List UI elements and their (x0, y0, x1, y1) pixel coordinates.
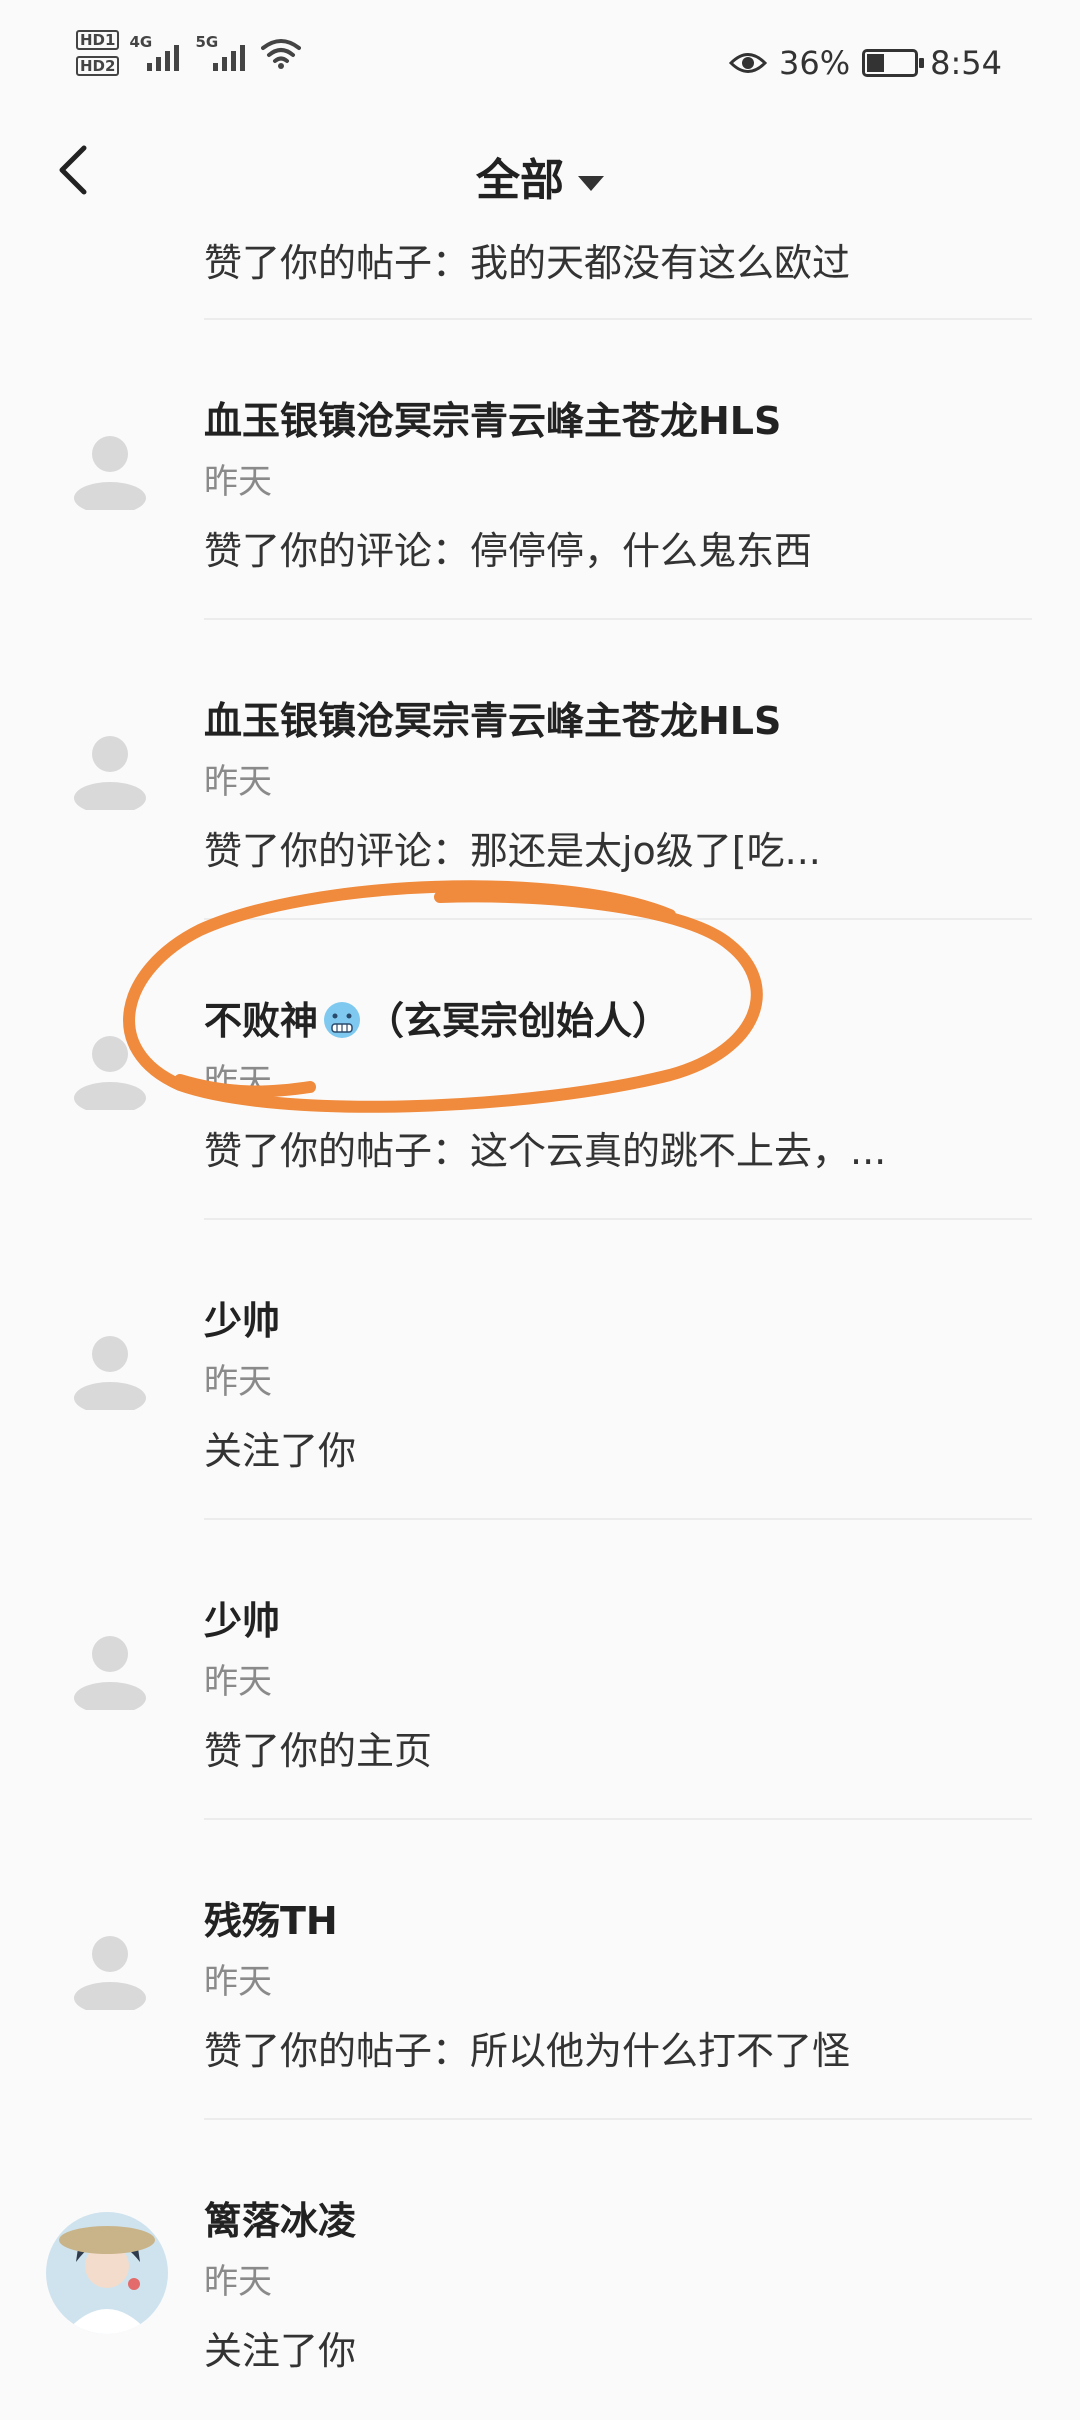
notification-list: 赞了你的帖子：我的天都没有这么欧过 血玉银镇沧冥宗青云峰主苍龙HLS 昨天 赞了… (0, 220, 1080, 2420)
item-message: 赞了你的评论：那还是太jo级了[吃... (204, 829, 821, 873)
list-item[interactable]: 少帅 昨天 关注了你 (0, 1220, 1080, 1520)
default-avatar-icon[interactable] (70, 430, 150, 510)
item-time: 昨天 (204, 1662, 272, 1702)
user-name[interactable]: 血玉银镇沧冥宗青云峰主苍龙HLS (204, 390, 781, 445)
item-message: 关注了你 (204, 2329, 357, 2373)
user-avatar-image[interactable] (46, 2212, 168, 2334)
item-message: 关注了你 (204, 1429, 357, 1473)
default-avatar-icon[interactable] (70, 1930, 150, 2010)
user-name-prefix: 不败神 (204, 999, 319, 1043)
signal-5g-icon: 5G (195, 31, 251, 75)
default-avatar-icon[interactable] (70, 730, 150, 810)
list-item[interactable]: 少帅 昨天 赞了你的主页 (0, 1520, 1080, 1820)
item-message: 赞了你的帖子：这个云真的跳不上去，... (204, 1129, 887, 1173)
status-right: 36% 8:54 (729, 44, 1002, 82)
list-item[interactable]: 血玉银镇沧冥宗青云峰主苍龙HLS 昨天 赞了你的评论：那还是太jo级了[吃... (0, 620, 1080, 920)
cold-face-emoji-icon (324, 1002, 361, 1038)
user-name[interactable]: 血玉银镇沧冥宗青云峰主苍龙HLS (204, 690, 781, 745)
status-bar: HD1 HD2 4G 5G 36% 8:54 (0, 0, 1080, 120)
default-avatar-icon[interactable] (70, 1030, 150, 1110)
filter-dropdown[interactable]: 全部 (0, 144, 1080, 208)
item-time: 昨天 (204, 2262, 272, 2302)
list-item[interactable]: 不败神 （玄冥宗创始人） 昨天 赞了你的帖子：这个云真的跳不上去，... (0, 920, 1080, 1220)
item-message: 赞了你的帖子：我的天都没有这么欧过 (204, 241, 851, 285)
clock: 8:54 (930, 44, 1002, 82)
list-item-partial[interactable]: 赞了你的帖子：我的天都没有这么欧过 (0, 220, 1080, 320)
user-name[interactable]: 不败神 （玄冥宗创始人） (204, 990, 670, 1045)
item-time: 昨天 (204, 762, 272, 802)
hd1-badge: HD1 (76, 30, 120, 50)
item-time: 昨天 (204, 462, 272, 502)
item-time: 昨天 (204, 1962, 272, 2002)
item-message: 赞了你的主页 (204, 1729, 433, 1773)
user-name[interactable]: 少帅 (204, 1590, 280, 1645)
hd-indicators: HD1 HD2 (76, 30, 120, 76)
user-name[interactable]: 少帅 (204, 1290, 280, 1345)
item-message: 赞了你的帖子：所以他为什么打不了怪 (204, 2029, 851, 2073)
eye-comfort-icon (729, 53, 768, 73)
wifi-icon (261, 39, 302, 69)
battery-fill (867, 54, 885, 72)
signal-4g-icon: 4G (129, 31, 185, 75)
battery-percent: 36% (779, 44, 851, 82)
default-avatar-icon[interactable] (70, 1330, 150, 1410)
item-message: 赞了你的评论：停停停，什么鬼东西 (204, 529, 813, 573)
item-time: 昨天 (204, 1362, 272, 1402)
status-left: HD1 HD2 4G 5G (76, 30, 302, 76)
user-name[interactable]: 残殇TH (204, 1890, 338, 1945)
page-title: 全部 (476, 155, 564, 206)
caret-down-icon (578, 175, 604, 191)
battery-icon (862, 49, 925, 77)
item-time: 昨天 (204, 1062, 272, 1102)
list-item[interactable]: 残殇TH 昨天 赞了你的帖子：所以他为什么打不了怪 (0, 1820, 1080, 2120)
list-item[interactable]: 血玉银镇沧冥宗青云峰主苍龙HLS 昨天 赞了你的评论：停停停，什么鬼东西 (0, 320, 1080, 620)
hd2-badge: HD2 (76, 56, 120, 76)
list-item[interactable]: 篱落冰凌 昨天 关注了你 (0, 2120, 1080, 2420)
default-avatar-icon[interactable] (70, 1630, 150, 1710)
user-name[interactable]: 篱落冰凌 (204, 2190, 356, 2245)
user-name-suffix: （玄冥宗创始人） (366, 999, 671, 1043)
header: 全部 (0, 120, 1080, 220)
